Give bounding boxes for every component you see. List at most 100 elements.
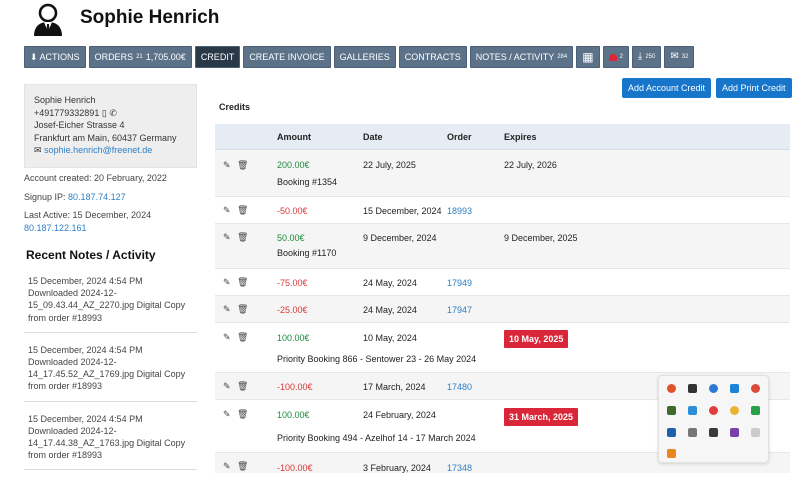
- tab-orders[interactable]: ORDERS 21 1,705.00€: [88, 46, 192, 68]
- contact-street: Josef-Eicher Strasse 4: [34, 120, 125, 130]
- contact-name: Sophie Henrich: [34, 95, 96, 105]
- app-icon[interactable]: [730, 406, 739, 415]
- mobile-icon[interactable]: ▯: [102, 108, 107, 118]
- note-text: from order #18993: [28, 450, 103, 461]
- edit-icon[interactable]: ✎: [223, 232, 231, 243]
- credit-amount: -100.00€: [277, 463, 313, 473]
- tab-galleries[interactable]: GALLERIES: [333, 46, 396, 68]
- note-item: 15 December, 2024 4:54 PM Downloaded 202…: [24, 271, 197, 333]
- signup-ip-row: Signup IP: 80.187.74.127: [24, 191, 197, 204]
- app-icon[interactable]: [709, 406, 718, 415]
- app-icon[interactable]: [688, 428, 697, 437]
- edit-icon[interactable]: ✎: [223, 409, 231, 420]
- tab-contracts[interactable]: CONTRACTS: [398, 46, 467, 68]
- edit-icon[interactable]: ✎: [223, 277, 231, 288]
- tab-actions[interactable]: ⬇ ACTIONS: [24, 46, 86, 68]
- globe-icon[interactable]: [709, 384, 718, 393]
- usb-icon[interactable]: [751, 428, 760, 437]
- system-tray-popup: [658, 375, 769, 463]
- col-expires: Expires: [504, 132, 537, 142]
- tab-notes-label: NOTES / ACTIVITY: [475, 52, 555, 62]
- tab-downloads[interactable]: ⤓ 250: [631, 46, 662, 68]
- note-item: 15 December, 2024 4:54 PM Downloaded 202…: [24, 340, 197, 402]
- app-icon[interactable]: [667, 428, 676, 437]
- order-link[interactable]: 18993: [447, 206, 472, 216]
- app-icon[interactable]: [709, 428, 718, 437]
- tab-create-invoice-label: CREATE INVOICE: [249, 52, 325, 62]
- account-meta: Account created: 20 February, 2022 Signu…: [24, 172, 197, 234]
- note-time: 15 December, 2024 4:54 PM: [28, 344, 143, 355]
- credit-description: Priority Booking 866 - Sentower 23 - 26 …: [277, 354, 477, 364]
- profile-header: Sophie Henrich: [30, 0, 430, 40]
- phone-icon[interactable]: ✆: [109, 108, 117, 118]
- table-row: ✎ 🗑 -50.00€ 15 December, 2024 18993: [215, 197, 790, 224]
- tab-contracts-label: CONTRACTS: [404, 52, 461, 62]
- edit-icon[interactable]: ✎: [223, 205, 231, 216]
- note-text: from order #18993: [28, 381, 103, 392]
- delete-icon[interactable]: 🗑: [237, 461, 248, 472]
- chrome-icon[interactable]: [751, 384, 760, 393]
- add-print-credit-button[interactable]: Add Print Credit: [716, 78, 792, 98]
- note-text: from order #18993: [28, 312, 103, 323]
- note-item: 15 December, 2024 4:54 PM Downloaded 202…: [24, 409, 197, 471]
- contact-phone: +491779332891: [34, 107, 100, 118]
- contact-card: Sophie Henrich +491779332891 ▯ ✆ Josef-E…: [24, 84, 197, 168]
- expires-badge: 10 May, 2025: [504, 330, 569, 348]
- edit-icon[interactable]: ✎: [223, 332, 231, 343]
- note-text: 14_17.45.52_AZ_1769.jpg Digital Copy: [28, 369, 186, 380]
- tab-messages[interactable]: ✉ 32: [664, 46, 695, 68]
- edit-icon[interactable]: ✎: [223, 160, 231, 171]
- edit-icon[interactable]: ✎: [223, 304, 231, 315]
- calendar-icon: ▦: [582, 50, 594, 64]
- firefox-icon[interactable]: [667, 384, 676, 393]
- app-icon[interactable]: [751, 406, 760, 415]
- credit-description: Booking #1170: [277, 248, 337, 258]
- credit-expires: 9 December, 2025: [504, 233, 578, 243]
- tab-notes-activity[interactable]: NOTES / ACTIVITY 284: [469, 46, 574, 68]
- credit-expires: 22 July, 2026: [504, 160, 557, 170]
- signup-ip-label: Signup IP:: [24, 191, 66, 202]
- order-link[interactable]: 17480: [447, 382, 472, 392]
- app-icon[interactable]: [688, 406, 697, 415]
- tab-credit[interactable]: CREDIT: [194, 46, 241, 68]
- app-icon[interactable]: [667, 406, 676, 415]
- delete-icon[interactable]: 🗑: [237, 277, 248, 288]
- tab-bar: ⬇ ACTIONS ORDERS 21 1,705.00€ CREDIT CRE…: [24, 46, 695, 68]
- last-ip-link[interactable]: 80.187.122.161: [24, 223, 87, 233]
- app-icon[interactable]: [688, 384, 697, 393]
- delete-icon[interactable]: 🗑: [237, 409, 248, 420]
- note-text: Downloaded 2024-12-: [28, 288, 117, 299]
- credit-amount: 50.00€: [277, 233, 305, 243]
- user-name-title: Sophie Henrich: [80, 7, 220, 28]
- credit-amount: 100.00€: [277, 410, 310, 420]
- edit-icon[interactable]: ✎: [223, 461, 231, 472]
- delete-icon[interactable]: 🗑: [237, 304, 248, 315]
- add-account-credit-button[interactable]: Add Account Credit: [622, 78, 712, 98]
- signup-ip-link[interactable]: 80.187.74.127: [68, 192, 126, 202]
- credit-date: 10 May, 2024: [363, 333, 417, 343]
- order-link[interactable]: 17949: [447, 278, 472, 288]
- table-row: ✎ 🗑 100.00€ 10 May, 2024 10 May, 2025 Pr…: [215, 323, 790, 373]
- credits-title: Credits: [219, 102, 251, 112]
- col-order: Order: [447, 132, 472, 142]
- app-icon[interactable]: [667, 449, 676, 458]
- delete-icon[interactable]: 🗑: [237, 381, 248, 392]
- order-link[interactable]: 17947: [447, 305, 472, 315]
- credit-date: 24 February, 2024: [363, 410, 436, 420]
- onenote-icon[interactable]: [730, 428, 739, 437]
- recent-notes-title: Recent Notes / Activity: [26, 248, 156, 262]
- tab-favorites[interactable]: 2: [602, 46, 629, 68]
- delete-icon[interactable]: 🗑: [237, 160, 248, 171]
- order-link[interactable]: 17348: [447, 463, 472, 473]
- delete-icon[interactable]: 🗑: [237, 332, 248, 343]
- tab-create-invoice[interactable]: CREATE INVOICE: [243, 46, 331, 68]
- credit-date: 22 July, 2025: [363, 160, 416, 170]
- delete-icon[interactable]: 🗑: [237, 205, 248, 216]
- credit-description: Priority Booking 494 - Azelhof 14 - 17 M…: [277, 433, 476, 443]
- delete-icon[interactable]: 🗑: [237, 232, 248, 243]
- note-text: Downloaded 2024-12-: [28, 425, 117, 436]
- dropbox-icon[interactable]: [730, 384, 739, 393]
- contact-email-link[interactable]: sophie.henrich@freenet.de: [44, 145, 152, 155]
- edit-icon[interactable]: ✎: [223, 381, 231, 392]
- tab-calendar[interactable]: ▦: [576, 46, 600, 68]
